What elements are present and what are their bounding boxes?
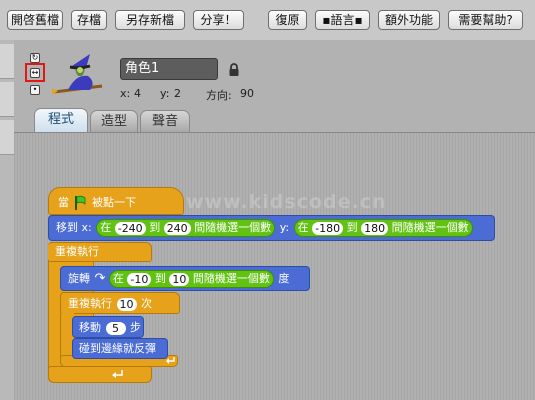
repeat-unit: 次: [141, 297, 152, 310]
left-panel-edge: [0, 40, 14, 400]
turn-unit: 度: [278, 272, 290, 285]
watermark: www.kidscode.cn: [186, 191, 387, 213]
rotate-clockwise-icon: ↷: [94, 271, 106, 286]
random-x-max[interactable]: 240: [163, 221, 191, 235]
witch-sprite-thumbnail[interactable]: [50, 52, 108, 98]
menu-bar: 開啓舊檔 存檔 另存新檔 分享！ 復原 ▪語言▪ 額外功能 需要幫助?: [0, 0, 535, 40]
left-panel-segment: [0, 120, 14, 155]
tab-scripts[interactable]: 程式: [34, 108, 88, 132]
random-turn-in: 在: [112, 272, 124, 285]
random-y-label: 間隨機選一個數: [391, 221, 469, 234]
rotate-style-flip-icon[interactable]: ↔: [30, 68, 40, 78]
green-flag-icon: [74, 195, 85, 210]
random-y-to: 到: [346, 221, 358, 234]
forever-label-top: 重複執行: [55, 245, 99, 258]
random-turn-min[interactable]: -10: [127, 272, 152, 286]
goto-label: 移到 x:: [56, 221, 92, 234]
hat-label-post: 被點一下: [92, 196, 136, 209]
y-label: y:: [160, 87, 170, 100]
repeat-block[interactable]: 重複執行 10 次: [60, 292, 180, 314]
turn-block[interactable]: 旋轉 ↷ 在 -10 到 10 間隨機選一個數 度: [60, 266, 310, 291]
tab-sounds[interactable]: 聲音: [140, 110, 190, 132]
repeat-label: 重複執行: [68, 297, 112, 310]
go-to-xy-block[interactable]: 移到 x: 在 -240 到 240 間隨機選一個數 y: 在 -180 到 1…: [48, 215, 495, 241]
random-x-in: 在: [100, 221, 112, 234]
hat-label-pre: 當: [58, 196, 69, 209]
random-y-min[interactable]: -180: [312, 221, 344, 235]
random-y-in: 在: [297, 221, 309, 234]
bounce-block[interactable]: 碰到邊緣就反彈: [72, 338, 168, 359]
when-flag-clicked-block[interactable]: 當 被點一下: [48, 187, 184, 215]
language-button[interactable]: ▪語言▪: [315, 10, 370, 30]
random-x-to: 到: [149, 221, 161, 234]
rotate-style-none-icon[interactable]: •: [30, 85, 40, 95]
help-button[interactable]: 需要幫助?: [448, 10, 523, 30]
share-button[interactable]: 分享！: [193, 10, 244, 30]
random-y-max[interactable]: 180: [361, 221, 389, 235]
forever-bottom-arm: [48, 366, 152, 383]
scripts-area[interactable]: www.kidscode.cn 當 被點一下 移到 x: 在 -240 到 24…: [14, 132, 535, 400]
x-value: 4: [134, 87, 141, 100]
rotate-style-full-icon[interactable]: ↻: [30, 53, 40, 63]
lock-icon[interactable]: [228, 63, 240, 77]
move-unit: 步: [130, 321, 141, 334]
save-button[interactable]: 存檔: [71, 10, 107, 30]
random-turn-to: 到: [154, 272, 166, 285]
direction-label: 方向:: [206, 89, 232, 102]
tab-costumes[interactable]: 造型: [90, 110, 138, 132]
random-x-reporter[interactable]: 在 -240 到 240 間隨機選一個數: [96, 219, 276, 237]
restore-button[interactable]: 復原: [268, 10, 307, 30]
random-turn-max[interactable]: 10: [169, 272, 190, 286]
random-x-min[interactable]: -240: [114, 221, 146, 235]
extras-button[interactable]: 額外功能: [378, 10, 440, 30]
goto-y-label: y:: [279, 221, 290, 234]
x-label: x:: [120, 87, 131, 100]
direction-value: 90: [240, 87, 254, 100]
turn-label: 旋轉: [68, 272, 90, 285]
sprite-name-input[interactable]: 角色1: [120, 58, 218, 80]
sprite-header: ↻ ↔ • 角色1 x: 4 y: 2 方向: 90 程式 造型 聲音: [14, 40, 535, 136]
y-value: 2: [174, 87, 181, 100]
left-panel-segment: [0, 82, 14, 117]
bounce-label: 碰到邊緣就反彈: [79, 342, 156, 355]
random-turn-reporter[interactable]: 在 -10 到 10 間隨機選一個數: [108, 270, 274, 288]
move-label: 移動: [79, 321, 101, 334]
loop-arrow-icon: [112, 370, 123, 378]
left-panel-segment: [0, 44, 14, 79]
move-steps-input[interactable]: 5: [105, 321, 126, 335]
repeat-count-input[interactable]: 10: [116, 297, 137, 311]
open-button[interactable]: 開啓舊檔: [7, 10, 63, 30]
random-x-label: 間隨機選一個數: [194, 221, 272, 234]
random-turn-label: 間隨機選一個數: [192, 272, 270, 285]
forever-top-arm: 重複執行: [48, 242, 152, 262]
random-y-reporter[interactable]: 在 -180 到 180 間隨機選一個數: [293, 219, 473, 237]
save-as-button[interactable]: 另存新檔: [115, 10, 185, 30]
move-block[interactable]: 移動 5 步: [72, 316, 144, 338]
